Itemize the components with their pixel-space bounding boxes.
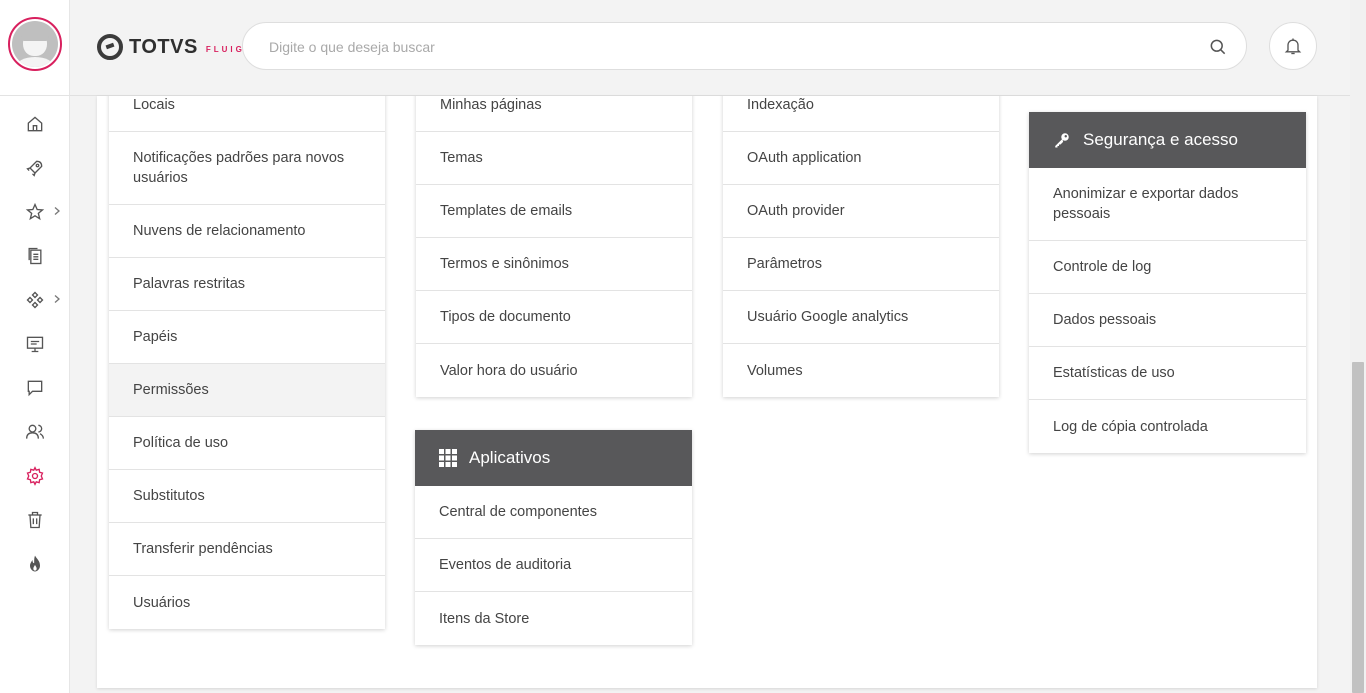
security-card-header: Segurança e acesso	[1029, 112, 1306, 168]
list-item-oauth-application[interactable]: OAuth application	[723, 132, 999, 185]
bell-icon	[1284, 38, 1302, 55]
list-item-temas[interactable]: Temas	[416, 132, 692, 185]
home-icon	[27, 116, 43, 132]
logo-text: TOTVS	[129, 35, 198, 58]
search-input[interactable]	[269, 36, 1169, 58]
totvs-logo-icon	[97, 34, 123, 60]
trash-icon	[28, 511, 42, 529]
list-item-templates-emails[interactable]: Templates de emails	[416, 185, 692, 238]
grid-icon	[439, 449, 457, 467]
flame-icon	[30, 555, 40, 572]
documents-icon	[28, 247, 42, 265]
chevron-right-icon	[54, 295, 60, 303]
list-item-indexacao[interactable]: Indexação	[723, 96, 999, 132]
users-icon	[26, 424, 44, 439]
page-scrollbar[interactable]	[1350, 0, 1366, 693]
list-item-anonimizar-exportar[interactable]: Anonimizar e exportar dados pessoais	[1029, 168, 1306, 241]
list-item-nuvens-relacionamento[interactable]: Nuvens de relacionamento	[109, 205, 385, 258]
top-header: TOTVS FLUIG	[70, 0, 1350, 96]
settings-card-column-2: Minhas páginas Temas Templates de emails…	[416, 96, 692, 397]
scrollbar-thumb[interactable]	[1352, 362, 1364, 693]
list-item-volumes[interactable]: Volumes	[723, 344, 999, 397]
list-item-central-componentes[interactable]: Central de componentes	[415, 486, 692, 539]
list-item-controle-log[interactable]: Controle de log	[1029, 241, 1306, 294]
nav-social[interactable]	[22, 155, 48, 181]
settings-card-column-1: Locais Notificações padrões para novos u…	[109, 96, 385, 629]
nav-control-panel[interactable]	[22, 463, 48, 489]
logo-subtext: FLUIG	[205, 44, 245, 54]
list-item-eventos-auditoria[interactable]: Eventos de auditoria	[415, 539, 692, 592]
workflow-icon	[26, 291, 44, 309]
sidebar-divider	[0, 95, 70, 96]
nav-presentation[interactable]	[22, 331, 48, 357]
list-item-usuario-google-analytics[interactable]: Usuário Google analytics	[723, 291, 999, 344]
apps-card-title: Aplicativos	[469, 448, 551, 467]
chevron-right-icon	[54, 207, 60, 215]
nav-documents[interactable]	[22, 243, 48, 269]
list-item-transferir-pendencias[interactable]: Transferir pendências	[109, 523, 385, 576]
list-item-usuarios[interactable]: Usuários	[109, 576, 385, 629]
list-item-palavras-restritas[interactable]: Palavras restritas	[109, 258, 385, 311]
settings-card-column-3: Indexação OAuth application OAuth provid…	[723, 96, 999, 397]
list-item-locais[interactable]: Locais	[109, 96, 385, 132]
brand-logo[interactable]: TOTVS FLUIG	[97, 32, 245, 62]
list-item-papeis[interactable]: Papéis	[109, 311, 385, 364]
list-item-valor-hora-usuario[interactable]: Valor hora do usuário	[416, 344, 692, 397]
list-item-estatisticas-uso[interactable]: Estatísticas de uso	[1029, 347, 1306, 400]
security-card: Segurança e acesso Anonimizar e exportar…	[1029, 112, 1306, 453]
security-card-title: Segurança e acesso	[1083, 130, 1238, 149]
user-avatar[interactable]	[8, 17, 62, 71]
nav-home[interactable]	[22, 111, 48, 137]
nav-users[interactable]	[22, 419, 48, 445]
list-item-tipos-documento[interactable]: Tipos de documento	[416, 291, 692, 344]
search-bar	[242, 22, 1247, 70]
control-panel-content: Locais Notificações padrões para novos u…	[97, 96, 1317, 688]
list-item-politica-uso[interactable]: Política de uso	[109, 417, 385, 470]
nav-processes[interactable]	[22, 287, 48, 313]
search-icon[interactable]	[1208, 37, 1228, 57]
list-item-notificacoes-padroes[interactable]: Notificações padrões para novos usuários	[109, 132, 385, 205]
key-icon	[1055, 133, 1069, 148]
list-item-substitutos[interactable]: Substitutos	[109, 470, 385, 523]
nav-chat[interactable]	[22, 375, 48, 401]
nav-favorites[interactable]	[22, 199, 48, 225]
presentation-icon	[26, 336, 44, 353]
list-item-termos-sinonimos[interactable]: Termos e sinônimos	[416, 238, 692, 291]
rocket-icon	[26, 160, 43, 177]
apps-card: Aplicativos Central de componentes Event…	[415, 430, 692, 645]
nav-trash[interactable]	[22, 507, 48, 533]
list-item-dados-pessoais[interactable]: Dados pessoais	[1029, 294, 1306, 347]
gear-icon	[26, 466, 44, 486]
list-item-itens-store[interactable]: Itens da Store	[415, 592, 692, 645]
left-sidebar	[0, 0, 70, 693]
apps-card-header: Aplicativos	[415, 430, 692, 486]
star-icon	[25, 202, 45, 221]
list-item-minhas-paginas[interactable]: Minhas páginas	[416, 96, 692, 132]
notifications-button[interactable]	[1269, 22, 1317, 70]
list-item-oauth-provider[interactable]: OAuth provider	[723, 185, 999, 238]
chat-icon	[27, 380, 43, 397]
nav-fluig[interactable]	[22, 551, 48, 577]
avatar-image	[12, 21, 58, 67]
list-item-parametros[interactable]: Parâmetros	[723, 238, 999, 291]
list-item-permissoes[interactable]: Permissões	[109, 364, 385, 417]
list-item-log-copia-controlada[interactable]: Log de cópia controlada	[1029, 400, 1306, 453]
